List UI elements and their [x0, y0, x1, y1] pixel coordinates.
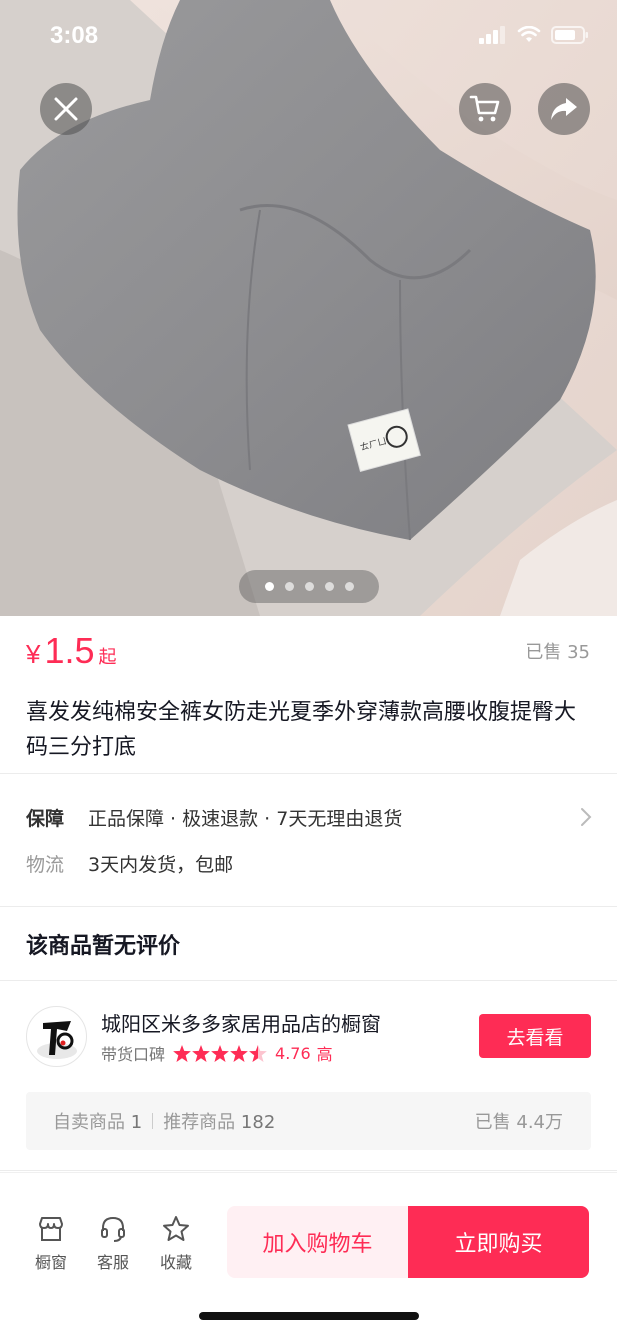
- divider: [0, 1170, 617, 1171]
- logistics-text: 3天内发货，包邮: [88, 853, 234, 876]
- self-sold-stat: 自卖商品 1: [53, 1108, 142, 1134]
- customer-service-button[interactable]: 客服: [88, 1215, 138, 1273]
- visit-shop-button[interactable]: 去看看: [479, 1014, 591, 1058]
- no-review-text: 该商品暂无评价: [26, 934, 181, 959]
- star-icon: [230, 1044, 248, 1062]
- stat-separator: [152, 1113, 154, 1129]
- showcase-label: 橱窗: [34, 1253, 67, 1272]
- wifi-icon: [517, 26, 541, 42]
- showcase-icon: [39, 1217, 63, 1241]
- signal-icon: [479, 26, 505, 44]
- guarantee-label: 保障: [26, 807, 65, 830]
- star-icon: [211, 1044, 229, 1062]
- rating-level: 高: [316, 1045, 333, 1064]
- half-star-icon: [249, 1044, 267, 1062]
- headset-icon: [101, 1216, 125, 1242]
- close-icon: [54, 97, 78, 121]
- buy-now-button[interactable]: 立即购买: [408, 1206, 589, 1278]
- cart-button[interactable]: [459, 83, 511, 135]
- service-label: 客服: [96, 1253, 129, 1272]
- star-icon: [192, 1044, 210, 1062]
- star-rating: [173, 1044, 267, 1062]
- pager-dot-active: [264, 582, 274, 591]
- guarantee-row[interactable]: 保障 正品保障 · 极速退款 · 7天无理由退货: [26, 802, 592, 832]
- shop-name[interactable]: 城阳区米多多家居用品店的橱窗: [101, 1008, 381, 1037]
- close-button[interactable]: [40, 83, 92, 135]
- share-button[interactable]: [538, 83, 590, 135]
- shop-logo-icon: [37, 1021, 77, 1059]
- pager-dot: [304, 582, 314, 591]
- cart-icon: [469, 95, 500, 122]
- shop-total-sold: 已售 4.4万: [474, 1112, 563, 1133]
- price-suffix: 起: [98, 647, 117, 667]
- showcase-button[interactable]: 橱窗: [26, 1215, 76, 1273]
- divider: [0, 980, 617, 981]
- home-indicator: [199, 1312, 419, 1320]
- favorite-button[interactable]: 收藏: [151, 1215, 201, 1273]
- price: ¥1.5 起: [26, 630, 117, 672]
- logistics-row: 物流 3天内发货，包邮: [26, 848, 592, 878]
- divider: [0, 773, 617, 774]
- price-amount: 1.5: [44, 630, 95, 671]
- shop-stats[interactable]: 自卖商品 1 推荐商品 182 已售 4.4万: [26, 1092, 591, 1150]
- status-bar: 3:08: [0, 0, 617, 70]
- favorite-label: 收藏: [159, 1253, 192, 1272]
- star-outline-icon: [163, 1216, 189, 1241]
- bottom-action-bar: 橱窗 客服 收藏 加入购物车 立即购买: [0, 1172, 617, 1334]
- product-image-carousel[interactable]: ㄊㄏㄩ 3:08: [0, 0, 617, 616]
- battery-icon: [551, 26, 588, 44]
- price-currency: ¥: [26, 639, 41, 669]
- guarantee-text: 正品保障 · 极速退款 · 7天无理由退货: [88, 807, 403, 830]
- chevron-right-icon: [581, 808, 592, 826]
- price-row: ¥1.5 起 已售 35: [0, 616, 617, 686]
- status-icons: [479, 26, 589, 44]
- logistics-label: 物流: [26, 853, 65, 876]
- pager-dot: [324, 582, 334, 591]
- shop-rating: 4.76: [275, 1043, 311, 1063]
- pager-dot: [344, 582, 354, 591]
- status-time: 3:08: [50, 22, 99, 49]
- divider: [0, 906, 617, 907]
- share-icon: [551, 98, 577, 120]
- carousel-pager: [239, 570, 379, 603]
- product-title: 喜发发纯棉安全裤女防走光夏季外穿薄款高腰收腹提臀大码三分打底: [26, 700, 577, 760]
- star-icon: [173, 1044, 191, 1062]
- pager-dot: [284, 582, 294, 591]
- self-sold-count: 1: [130, 1112, 143, 1133]
- reputation-label: 带货口碑: [101, 1045, 166, 1064]
- shop-reputation: 带货口碑 4.76 高: [101, 1041, 333, 1065]
- recommended-stat: 推荐商品 182: [163, 1108, 275, 1134]
- add-to-cart-button[interactable]: 加入购物车: [227, 1206, 408, 1278]
- recommended-label: 推荐商品: [163, 1112, 236, 1133]
- self-sold-label: 自卖商品: [53, 1112, 125, 1133]
- recommended-count: 182: [240, 1112, 276, 1133]
- product-photo: ㄊㄏㄩ: [0, 0, 617, 616]
- shop-avatar[interactable]: [26, 1006, 87, 1067]
- sold-count: 已售 35: [525, 642, 590, 663]
